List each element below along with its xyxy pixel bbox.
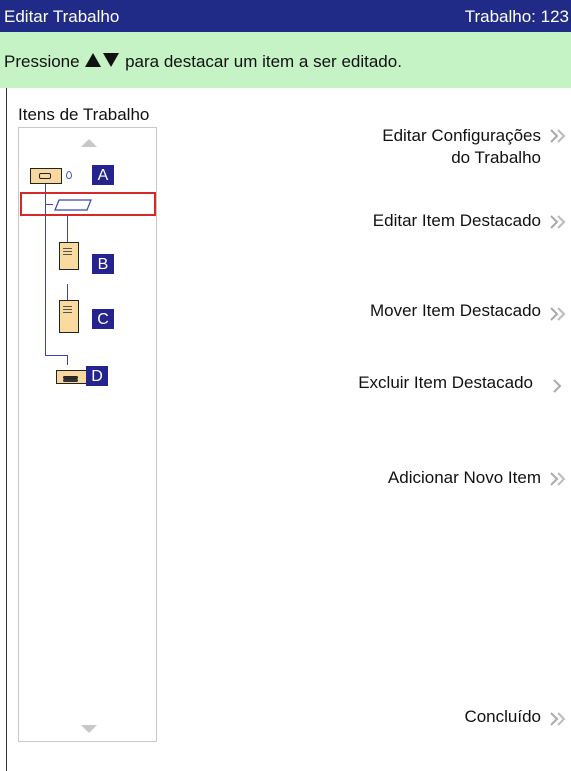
edit-job-settings-button[interactable]: Editar Configurações do Trabalho xyxy=(382,125,541,169)
scroll-up-arrow-icon[interactable] xyxy=(81,139,97,147)
document-icon xyxy=(59,300,79,333)
item-badge-c[interactable]: C xyxy=(92,309,114,329)
edit-job-settings-label-line2: do Trabalho xyxy=(451,148,541,167)
envelope-icon xyxy=(30,168,62,184)
job-items-label: Itens de Trabalho xyxy=(18,105,150,124)
document-icon xyxy=(59,242,79,270)
instruction-banner: Pressione para destacar um item a ser ed… xyxy=(0,32,571,88)
tree-connector xyxy=(67,284,68,300)
tree-connector xyxy=(67,355,68,365)
up-down-arrows-icon xyxy=(85,53,120,67)
job-items-panel[interactable]: A B C D xyxy=(18,127,157,742)
envelope-icon xyxy=(56,370,87,384)
job-number: Trabalho: 123 xyxy=(464,7,569,26)
tree-connector xyxy=(67,214,68,242)
scroll-down-arrow-icon[interactable] xyxy=(81,725,97,733)
edit-item-button[interactable]: Editar Item Destacado xyxy=(373,210,541,232)
left-border xyxy=(6,88,7,771)
item-badge-b[interactable]: B xyxy=(92,254,114,274)
item-badge-d[interactable]: D xyxy=(86,366,108,386)
chevron-right-icon[interactable] xyxy=(551,378,565,394)
move-item-button[interactable]: Mover Item Destacado xyxy=(370,300,541,322)
delete-item-button[interactable]: Excluir Item Destacado xyxy=(358,372,533,394)
chevron-right-icon[interactable] xyxy=(549,214,569,230)
tree-connector xyxy=(45,355,68,356)
chevron-right-icon[interactable] xyxy=(549,306,569,322)
chevron-right-icon[interactable] xyxy=(549,471,569,487)
instruction-prefix: Pressione xyxy=(4,52,80,71)
screen-title: Editar Trabalho xyxy=(4,7,120,26)
instruction-suffix: para destacar um item a ser editado. xyxy=(125,52,402,71)
selected-item-highlight xyxy=(20,192,156,216)
edit-job-settings-label-line1: Editar Configurações xyxy=(382,126,541,145)
add-item-button[interactable]: Adicionar Novo Item xyxy=(388,467,541,489)
chevron-right-icon[interactable] xyxy=(549,711,569,727)
item-badge-a[interactable]: A xyxy=(92,165,114,185)
title-bar: Editar Trabalho Trabalho: 123 xyxy=(0,0,571,32)
done-button[interactable]: Concluído xyxy=(464,706,541,728)
ink-drop-icon xyxy=(66,171,72,179)
chevron-right-icon[interactable] xyxy=(549,128,569,144)
